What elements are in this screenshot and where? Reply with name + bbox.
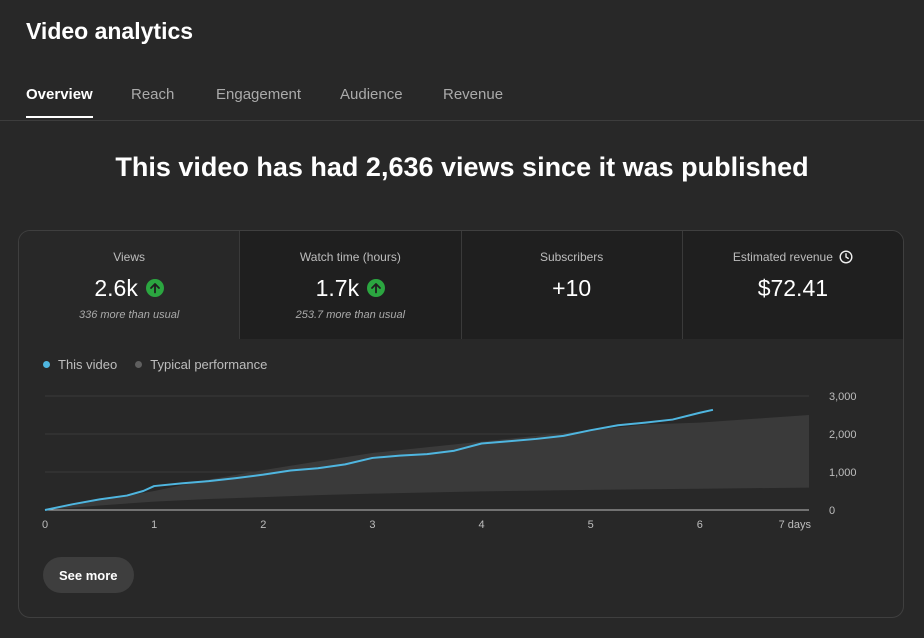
y-tick-label: 3,000 [829,391,857,403]
views-headline: This video has had 2,636 views since it … [115,152,809,182]
x-tick-label: 4 [479,519,485,531]
clock-icon[interactable] [839,250,853,264]
see-more-button[interactable]: See more [43,557,134,593]
legend-typical: Typical performance [135,357,267,372]
y-tick-label: 1,000 [829,467,857,479]
tab-bar: Overview Reach Engagement Audience Reven… [0,76,924,121]
metric-label: Watch time (hours) [299,250,401,264]
analytics-card: Views 2.6k 336 more than usual Watch tim… [18,230,904,618]
metric-note: 336 more than usual [78,309,180,321]
x-tick-label: 7 days [779,519,812,531]
chart-legend: This video Typical performance [43,357,285,372]
tab-overview[interactable]: Overview [26,86,93,118]
x-tick-label: 3 [369,519,375,531]
metric-value: 2.6k [94,274,138,301]
legend-label: This video [58,357,118,372]
legend-dot [135,361,143,368]
metric-revenue[interactable]: Estimated revenue $72.41 [682,231,903,339]
arrow-up-icon [145,279,164,297]
metric-value: +10 [552,274,592,301]
legend-label: Typical performance [150,357,268,372]
views-chart: 0 1 2 3 4 5 6 7 days 0 1,000 2,000 3,000 [42,391,857,531]
tab-revenue[interactable]: Revenue [443,86,503,116]
y-tick-label: 2,000 [829,429,857,441]
tab-engagement[interactable]: Engagement [216,86,301,116]
y-tick-label: 0 [829,505,835,517]
legend-this-video: This video [43,357,117,372]
tab-reach[interactable]: Reach [131,86,174,116]
x-tick-label: 2 [260,519,266,531]
x-tick-label: 1 [151,519,157,531]
metric-value: 1.7k [315,274,360,301]
metric-subscribers[interactable]: Subscribers +10 [461,231,683,339]
metric-label: Estimated revenue [732,250,833,264]
x-tick-label: 5 [588,519,594,531]
x-tick-label: 0 [42,519,48,531]
page-title: Video analytics [26,18,194,44]
typical-performance-band [45,415,809,510]
metric-label: Subscribers [539,250,604,264]
metric-label: Views [113,250,146,264]
metric-watch-time[interactable]: Watch time (hours) 1.7k 253.7 more than … [240,231,462,339]
arrow-up-icon [367,279,386,297]
x-tick-label: 6 [697,519,703,531]
tab-audience[interactable]: Audience [340,86,403,116]
metric-note: 253.7 more than usual [295,309,406,321]
legend-dot [43,361,50,368]
metric-views[interactable]: Views 2.6k 336 more than usual [19,231,241,339]
metric-value: $72.41 [757,274,829,301]
metric-tabs: Views 2.6k 336 more than usual Watch tim… [19,231,903,339]
